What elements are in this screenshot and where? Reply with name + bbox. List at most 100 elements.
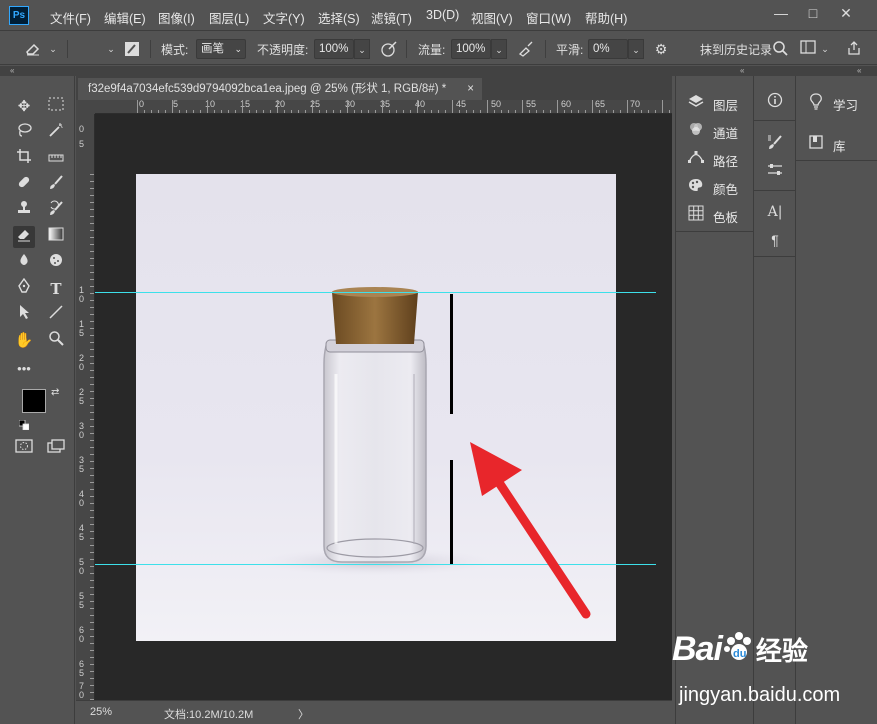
paths-icon[interactable] [686,149,706,167]
hand-tool-icon[interactable]: ✋ [13,330,35,352]
library-icon[interactable] [806,134,826,152]
status-bar: 25% 文档:10.2M/10.2M 〉 [76,700,672,724]
line-tool-icon[interactable] [45,304,67,326]
eraser-tool-preset-icon[interactable] [24,40,42,58]
clone-stamp-tool-icon[interactable] [13,200,35,222]
menu-edit[interactable]: 编辑(E) [104,8,146,27]
move-tool-icon[interactable]: ✥ [13,96,35,118]
learn-panel-tab[interactable]: 学习 [833,95,858,114]
ruler-tick [557,100,558,113]
collapse-panels-icon[interactable]: « [740,66,744,76]
collapse-tools-icon[interactable]: « [10,66,14,76]
status-menu-arrow[interactable]: 〉 [298,706,309,722]
tools-panel: ✥ T ✋ ••• ⇄ [0,76,75,724]
menu-image[interactable]: 图像(I) [158,8,195,27]
chevron-down-icon: ⌄ [234,44,242,54]
menu-view[interactable]: 视图(V) [471,8,513,27]
layers-icon[interactable] [686,93,706,111]
chevron-down-icon[interactable]: ⌄ [44,40,62,58]
learn-icon[interactable] [806,93,826,111]
vertical-ruler[interactable]: 0 5 1 0 1 5 2 0 2 5 3 0 3 5 4 0 4 5 5 0 … [76,114,95,700]
type-tool-icon[interactable]: T [45,278,67,300]
magic-wand-tool-icon[interactable] [45,122,67,144]
screen-mode-icon[interactable] [45,438,67,460]
document-tab[interactable]: f32e9f4a7034efc539d9794092bca1ea.jpeg @ … [78,78,482,100]
smoothing-dropdown[interactable]: ⌄ [628,39,644,59]
ruler-label: 2 0 [79,353,85,372]
menu-filter[interactable]: 滤镜(T) [371,8,412,27]
menu-layer[interactable]: 图层(L) [209,8,249,27]
quick-mask-icon[interactable] [13,438,35,460]
menu-help[interactable]: 帮助(H) [585,8,627,27]
brush-tool-icon[interactable] [45,174,67,196]
default-colors-icon[interactable] [18,419,30,431]
flow-dropdown[interactable]: ⌄ [491,39,507,59]
menu-file[interactable]: 文件(F) [50,8,91,27]
collapse-panels-icon[interactable]: « [857,66,861,76]
brush-settings-icon[interactable] [765,134,785,152]
blur-tool-icon[interactable] [13,252,35,274]
eraser-tool-icon[interactable] [13,226,35,248]
character-icon[interactable]: A| [765,203,785,221]
swap-colors-icon[interactable]: ⇄ [51,387,63,399]
close-window-button[interactable]: ✕ [833,4,859,24]
ruler-label: 70 [630,100,641,109]
ruler-tool-icon[interactable] [45,148,67,170]
healing-brush-tool-icon[interactable] [13,174,35,196]
pressure-opacity-icon[interactable] [380,40,398,58]
horizontal-ruler[interactable]: 0 5 10 15 20 25 30 35 40 45 50 55 60 65 … [95,100,672,114]
chevron-down-icon[interactable]: ⌄ [102,40,120,58]
info-icon[interactable] [765,92,785,110]
path-selection-tool-icon[interactable] [13,304,35,326]
color-panel-tab[interactable]: 颜色 [713,179,738,198]
minimize-button[interactable]: — [768,4,794,24]
foreground-color-swatch[interactable] [22,389,46,413]
crop-tool-icon[interactable] [13,148,35,170]
gear-icon[interactable]: ⚙ [652,40,670,58]
channels-panel-tab[interactable]: 通道 [713,123,738,142]
airbrush-icon[interactable] [517,40,535,58]
library-panel-tab[interactable]: 库 [833,136,846,155]
maximize-button[interactable]: □ [800,4,826,24]
marquee-tool-icon[interactable] [45,96,67,118]
share-icon[interactable] [845,40,863,58]
close-tab-icon[interactable]: × [467,78,474,100]
swatches-icon[interactable] [686,205,706,223]
ruler-label: 65 [595,100,606,109]
workspace-icon[interactable] [799,40,817,58]
chevron-down-icon[interactable]: ⌄ [816,40,834,58]
mode-select[interactable]: 画笔 ⌄ [196,39,246,59]
menu-window[interactable]: 窗口(W) [526,8,571,27]
svg-text:du: du [733,648,746,660]
sponge-tool-icon[interactable] [45,252,67,274]
zoom-level[interactable]: 25% [90,706,112,718]
history-brush-tool-icon[interactable] [45,200,67,222]
paths-panel-tab[interactable]: 路径 [713,151,738,170]
lasso-tool-icon[interactable] [13,122,35,144]
smoothing-field[interactable]: 0% [588,39,628,59]
ruler-tick [312,100,313,113]
layers-panel-tab[interactable]: 图层 [713,95,738,114]
menu-3d[interactable]: 3D(D) [426,8,459,22]
ruler-tick [172,100,173,113]
paragraph-icon[interactable]: ¶ [765,231,785,249]
baidu-jingyan-watermark: Bai du 经验 jingyan.baidu.com [672,626,877,724]
more-tools-icon[interactable]: ••• [13,358,35,380]
ruler-label: 3 0 [79,421,85,440]
adjustments-icon[interactable] [765,162,785,180]
menu-select[interactable]: 选择(S) [318,8,360,27]
search-icon[interactable] [771,40,789,58]
horizontal-guide-top[interactable] [95,292,656,293]
color-icon[interactable] [686,177,706,195]
opacity-field[interactable]: 100% [314,39,354,59]
flow-field[interactable]: 100% [451,39,491,59]
brush-panel-icon[interactable] [123,40,141,58]
menu-type[interactable]: 文字(Y) [263,8,305,27]
channels-icon[interactable] [686,121,706,139]
zoom-tool-icon[interactable] [45,330,67,352]
gradient-tool-icon[interactable] [45,226,67,248]
ruler-origin[interactable] [76,100,95,114]
opacity-dropdown[interactable]: ⌄ [354,39,370,59]
pen-tool-icon[interactable] [13,277,35,300]
swatches-panel-tab[interactable]: 色板 [713,207,738,226]
